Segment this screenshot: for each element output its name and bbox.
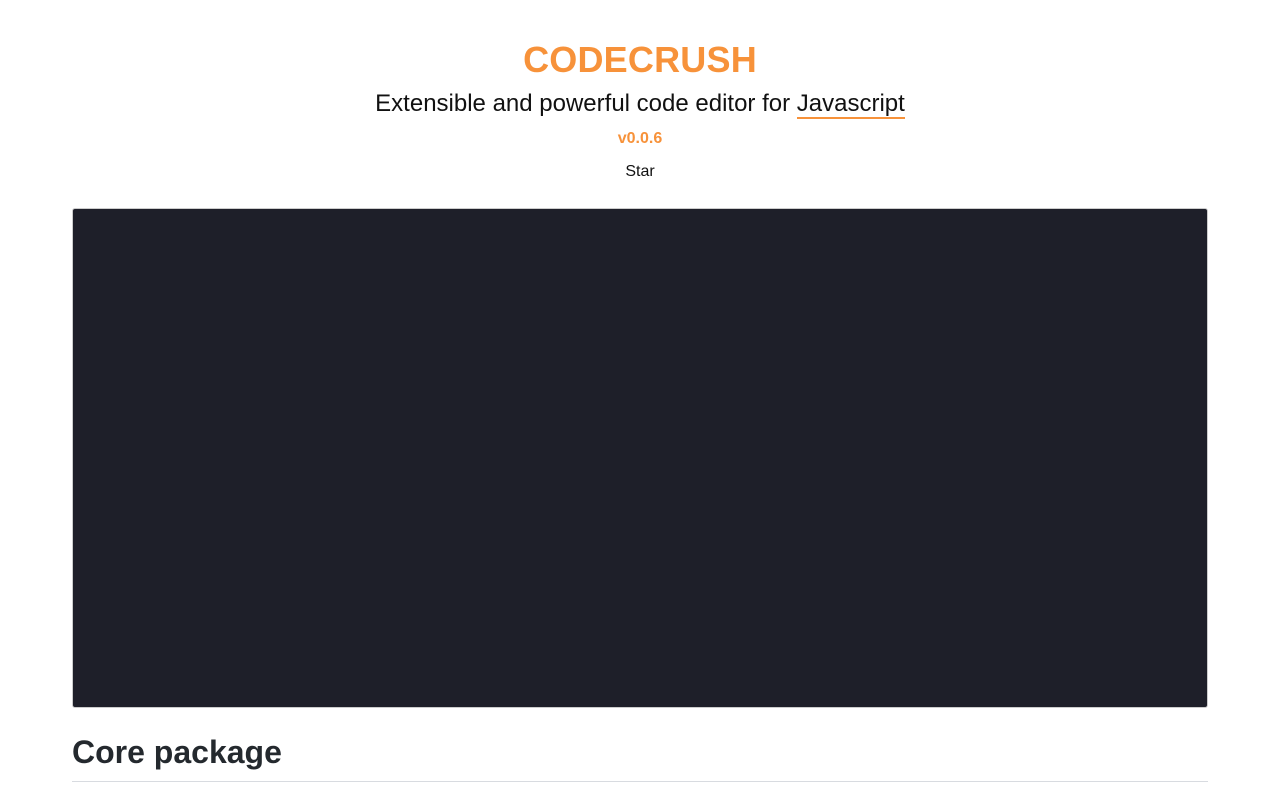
app-title: CODECRUSH xyxy=(523,39,757,80)
section-divider xyxy=(72,781,1208,782)
version-label: v0.0.6 xyxy=(617,130,663,147)
tagline-text: Extensible and powerful code editor for xyxy=(375,90,797,117)
star-container: Star xyxy=(0,162,1280,182)
javascript-link[interactable]: Javascript xyxy=(796,90,905,119)
page: CODECRUSH Extensible and powerful code e… xyxy=(0,0,1280,800)
app-tagline: Extensible and powerful code editor for … xyxy=(0,89,1280,119)
code-editor[interactable] xyxy=(72,208,1208,708)
star-button[interactable]: Star xyxy=(625,163,654,180)
core-package-heading: Core package xyxy=(72,734,282,770)
